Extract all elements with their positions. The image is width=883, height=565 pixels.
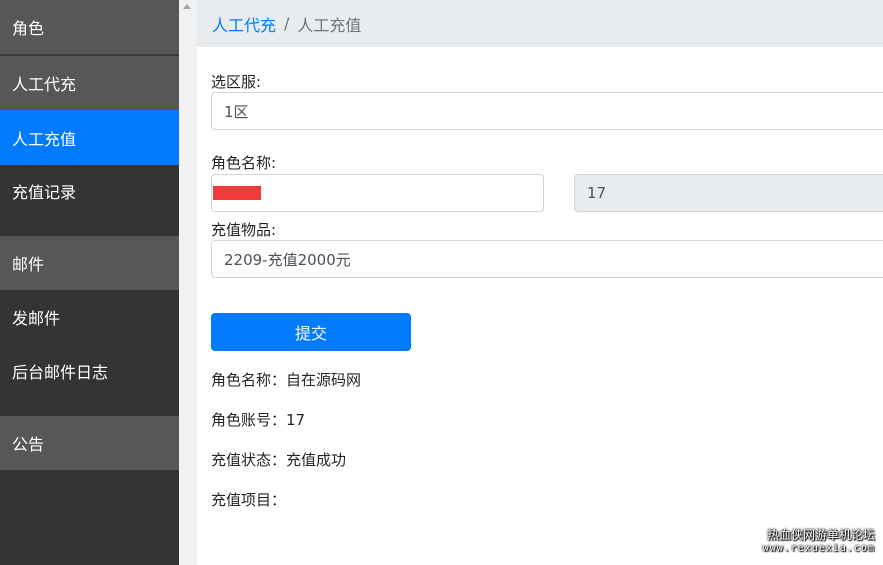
sidebar: 角色 人工代充 人工充值 充值记录 邮件 发邮件 后台邮件日志 公告 bbox=[0, 0, 179, 565]
role-id-value: 17 bbox=[587, 184, 607, 202]
item-label: 充值物品: bbox=[211, 221, 277, 239]
scroll-up-arrow-icon[interactable] bbox=[183, 4, 191, 9]
watermark-title: 热血侠网游单机论坛 bbox=[766, 528, 875, 542]
sidebar-item-mail[interactable]: 邮件 bbox=[0, 236, 179, 290]
watermark: 热血侠网游单机论坛 www.rexuexia.com bbox=[763, 529, 875, 555]
role-name-label: 角色名称: bbox=[211, 154, 277, 172]
result-role-account: 角色账号：17 bbox=[211, 411, 306, 429]
sidebar-item-announcement[interactable]: 公告 bbox=[0, 416, 179, 470]
server-label: 选区服: bbox=[211, 73, 262, 91]
result-recharge-status: 充值状态：充值成功 bbox=[211, 451, 347, 469]
recharge-item-value: 2209-充值2000元 bbox=[224, 250, 351, 269]
sidebar-item-role[interactable]: 角色 bbox=[0, 0, 179, 54]
sidebar-item-manual-proxy-recharge[interactable]: 人工代充 bbox=[0, 56, 179, 110]
watermark-url: www.rexuexia.com bbox=[762, 543, 875, 554]
recharge-item-select[interactable]: 2209-充值2000元 bbox=[211, 240, 883, 278]
server-select-value: 1区 bbox=[224, 102, 249, 121]
breadcrumb-separator: / bbox=[284, 14, 290, 33]
sidebar-item-backend-mail-log[interactable]: 后台邮件日志 bbox=[0, 344, 179, 398]
scrollbar-track[interactable] bbox=[179, 0, 197, 565]
redaction-bar bbox=[213, 186, 261, 200]
server-select[interactable]: 1区 bbox=[211, 92, 883, 130]
sidebar-item-recharge-records[interactable]: 充值记录 bbox=[0, 165, 179, 217]
result-recharge-item: 充值项目： bbox=[211, 491, 287, 509]
main-content: 人工代充 / 人工充值 选区服: 1区 角色名称: 17 充值物品: 2209-… bbox=[197, 0, 883, 565]
breadcrumb-current: 人工充值 bbox=[297, 15, 362, 35]
submit-button[interactable]: 提交 bbox=[211, 313, 411, 351]
sidebar-item-manual-recharge[interactable]: 人工充值 bbox=[0, 110, 179, 165]
result-role-name: 角色名称：自在源码网 bbox=[211, 371, 362, 389]
breadcrumb-link-parent[interactable]: 人工代充 bbox=[212, 12, 276, 36]
sidebar-item-send-mail[interactable]: 发邮件 bbox=[0, 290, 179, 344]
breadcrumb: 人工代充 / 人工充值 bbox=[197, 0, 883, 47]
role-id-field[interactable]: 17 bbox=[574, 174, 883, 212]
